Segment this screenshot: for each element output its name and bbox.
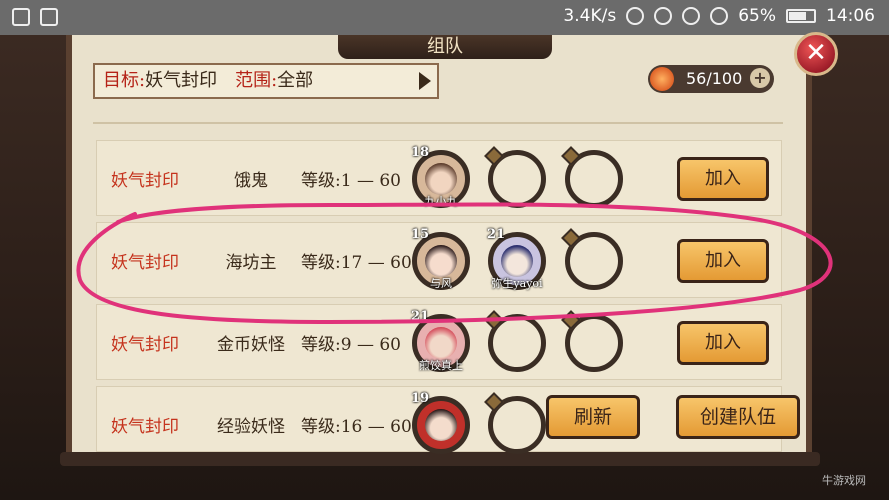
diamond-icon	[484, 146, 504, 166]
refresh-button[interactable]: 刷新	[546, 395, 640, 439]
join-button[interactable]: 加入	[677, 157, 769, 201]
stamina-display: 56/100 +	[648, 65, 774, 93]
member-name: 与风	[430, 277, 452, 290]
filter-target-value: 妖气封印	[145, 70, 218, 91]
no-image-icon	[40, 8, 58, 26]
avatar	[425, 327, 457, 359]
diamond-icon	[561, 310, 581, 330]
row-target: 海坊主	[225, 253, 277, 273]
member-level: 21	[411, 309, 430, 324]
row-level: 等级:17 — 60	[301, 253, 412, 273]
close-button[interactable]: ✕	[794, 32, 838, 76]
vibrate-icon	[626, 7, 645, 25]
empty-slot	[561, 146, 623, 208]
create-team-button[interactable]: 创建队伍	[676, 395, 800, 439]
team-row: 妖气封印 海坊主 等级:17 — 60 15 与风 21 弥生yayoi 加入	[96, 222, 782, 298]
notification-icons	[12, 8, 58, 26]
filter-selector[interactable]: 目标:妖气封印 范围:全部	[93, 63, 439, 99]
join-button[interactable]: 加入	[677, 239, 769, 283]
panel-bottom-border	[60, 452, 820, 466]
member-slot: 18 九小九	[411, 145, 470, 208]
watermark: 牛游戏网	[822, 474, 866, 487]
team-row: 妖气封印 饿鬼 等级:1 — 60 18 九小九 加入	[96, 140, 782, 216]
diamond-icon	[484, 392, 504, 412]
member-level: 15	[411, 227, 430, 242]
avatar	[501, 245, 533, 277]
member-name: 煎饺真上	[419, 359, 463, 372]
row-target: 饿鬼	[234, 171, 268, 191]
member-name: 弥生yayoi	[491, 277, 543, 290]
row-type: 妖气封印	[111, 417, 179, 437]
empty-slot	[561, 310, 623, 372]
add-stamina-button[interactable]: +	[750, 68, 770, 88]
diamond-icon	[561, 146, 581, 166]
avatar	[425, 409, 457, 441]
signal-icon	[710, 7, 729, 25]
empty-slot	[484, 392, 546, 454]
member-slot: 15 与风	[411, 227, 470, 290]
row-level: 等级:1 — 60	[301, 171, 401, 191]
row-type: 妖气封印	[111, 253, 179, 273]
row-type: 妖气封印	[111, 335, 179, 355]
window-title: 组队	[338, 35, 552, 59]
row-type: 妖气封印	[111, 171, 179, 191]
team-row: 妖气封印 金币妖怪 等级:9 — 60 21 煎饺真上 加入	[96, 304, 782, 380]
alarm-icon	[654, 7, 673, 25]
member-slot: 19	[411, 391, 470, 454]
row-target: 经验妖怪	[217, 417, 285, 437]
diamond-icon	[484, 310, 504, 330]
diamond-icon	[561, 228, 581, 248]
status-bar: 3.4K/s 65% 14:06	[0, 0, 889, 35]
empty-slot	[484, 310, 546, 372]
empty-slot	[561, 228, 623, 290]
member-level: 18	[411, 145, 430, 160]
gallery-icon	[12, 8, 30, 26]
filter-range-value: 全部	[277, 70, 314, 91]
play-arrow-icon[interactable]	[419, 72, 431, 90]
row-target: 金币妖怪	[217, 335, 285, 355]
stamina-food-icon	[650, 67, 674, 91]
member-name: 九小九	[424, 195, 458, 208]
member-slot: 21 煎饺真上	[411, 309, 470, 372]
filter-target-key: 目标:	[103, 70, 146, 91]
member-slot: 21 弥生yayoi	[487, 227, 546, 290]
network-speed: 3.4K/s	[563, 6, 617, 26]
stamina-value: 56/100	[686, 69, 743, 88]
row-level: 等级:16 — 60	[301, 417, 412, 437]
divider	[93, 122, 783, 124]
member-level: 19	[411, 391, 430, 406]
row-level: 等级:9 — 60	[301, 335, 401, 355]
battery-icon	[786, 9, 816, 23]
battery-percent: 65%	[738, 6, 776, 26]
join-button[interactable]: 加入	[677, 321, 769, 365]
empty-slot	[484, 146, 546, 208]
avatar	[425, 163, 457, 195]
member-level: 21	[487, 227, 506, 242]
clock: 14:06	[826, 6, 875, 26]
filter-range-key: 范围:	[235, 70, 278, 91]
avatar	[425, 245, 457, 277]
wifi-icon	[682, 7, 701, 25]
